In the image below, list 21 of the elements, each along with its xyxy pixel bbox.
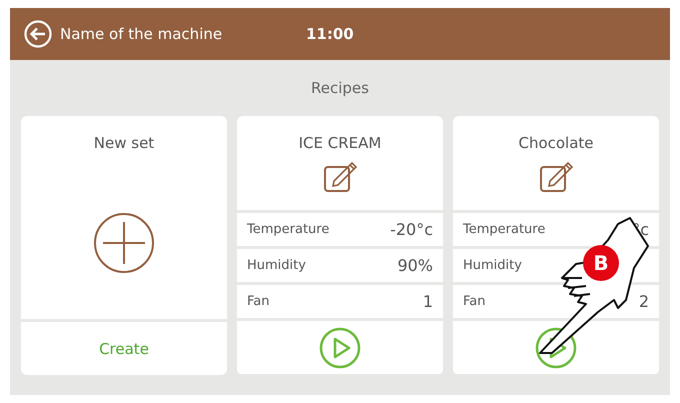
section-title: Recipes bbox=[311, 79, 369, 97]
card-title: Chocolate bbox=[518, 134, 594, 152]
machine-name: Name of the machine bbox=[60, 25, 224, 43]
parameter-label: Temperature bbox=[247, 222, 330, 237]
card-title: New set bbox=[94, 134, 154, 152]
parameter-value: -20°c bbox=[390, 220, 433, 239]
back-icon[interactable] bbox=[24, 20, 52, 48]
parameter-value: 1 bbox=[422, 292, 433, 311]
create-button[interactable]: Create bbox=[91, 336, 157, 362]
parameter-label: Humidity bbox=[463, 258, 522, 273]
parameter-label: Humidity bbox=[247, 258, 306, 273]
parameter-value: 90% bbox=[397, 256, 433, 275]
clock-time: 11:00 bbox=[306, 25, 354, 43]
card-title: ICE CREAM bbox=[298, 134, 382, 152]
parameter-label: Temperature bbox=[463, 222, 546, 237]
parameter-label: Fan bbox=[463, 294, 486, 309]
parameter-label: Fan bbox=[247, 294, 270, 309]
plus-icon[interactable] bbox=[93, 212, 155, 274]
edit-icon[interactable] bbox=[539, 162, 573, 194]
edit-icon[interactable] bbox=[323, 162, 357, 194]
parameter-value: 2 bbox=[638, 292, 649, 311]
